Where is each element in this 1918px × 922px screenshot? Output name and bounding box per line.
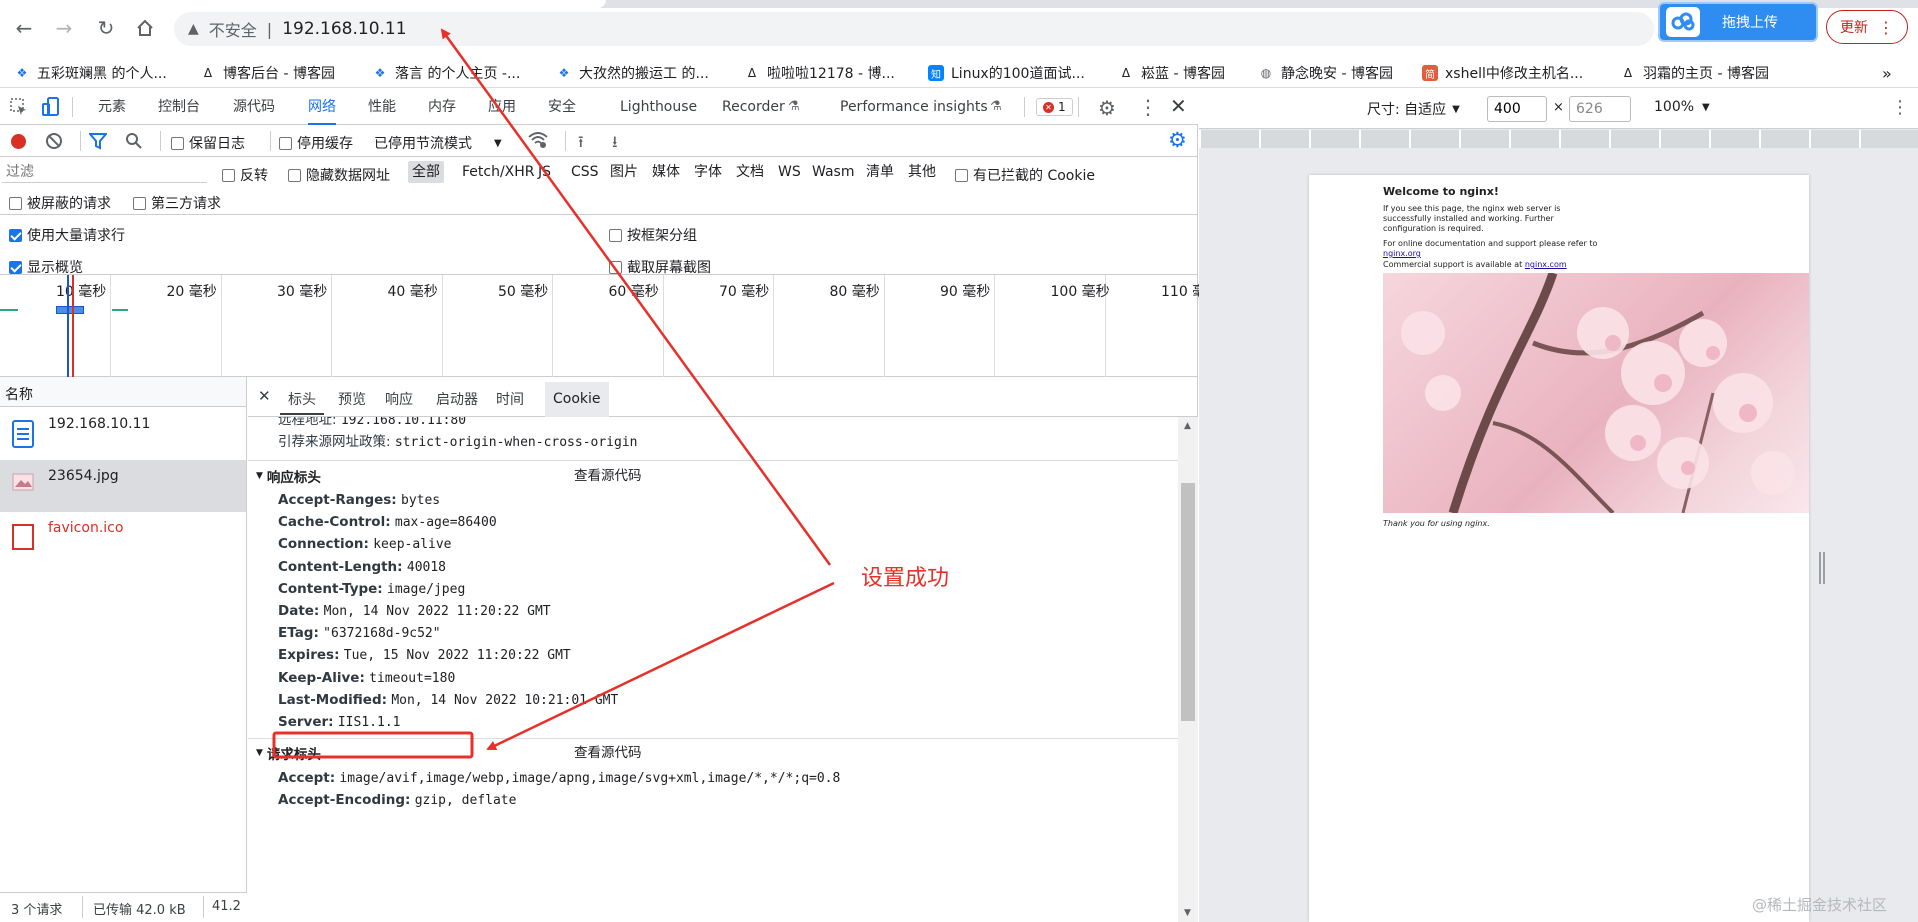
annotation-overlay xyxy=(272,28,835,759)
annotation-arrow-keepalive xyxy=(486,581,835,751)
watermark: @稀土掘金技术社区 xyxy=(1752,896,1888,914)
keepalive-highlight-box xyxy=(272,731,474,759)
annotation-arrow-url xyxy=(440,28,832,566)
annotation-label: 设置成功 xyxy=(861,566,950,591)
